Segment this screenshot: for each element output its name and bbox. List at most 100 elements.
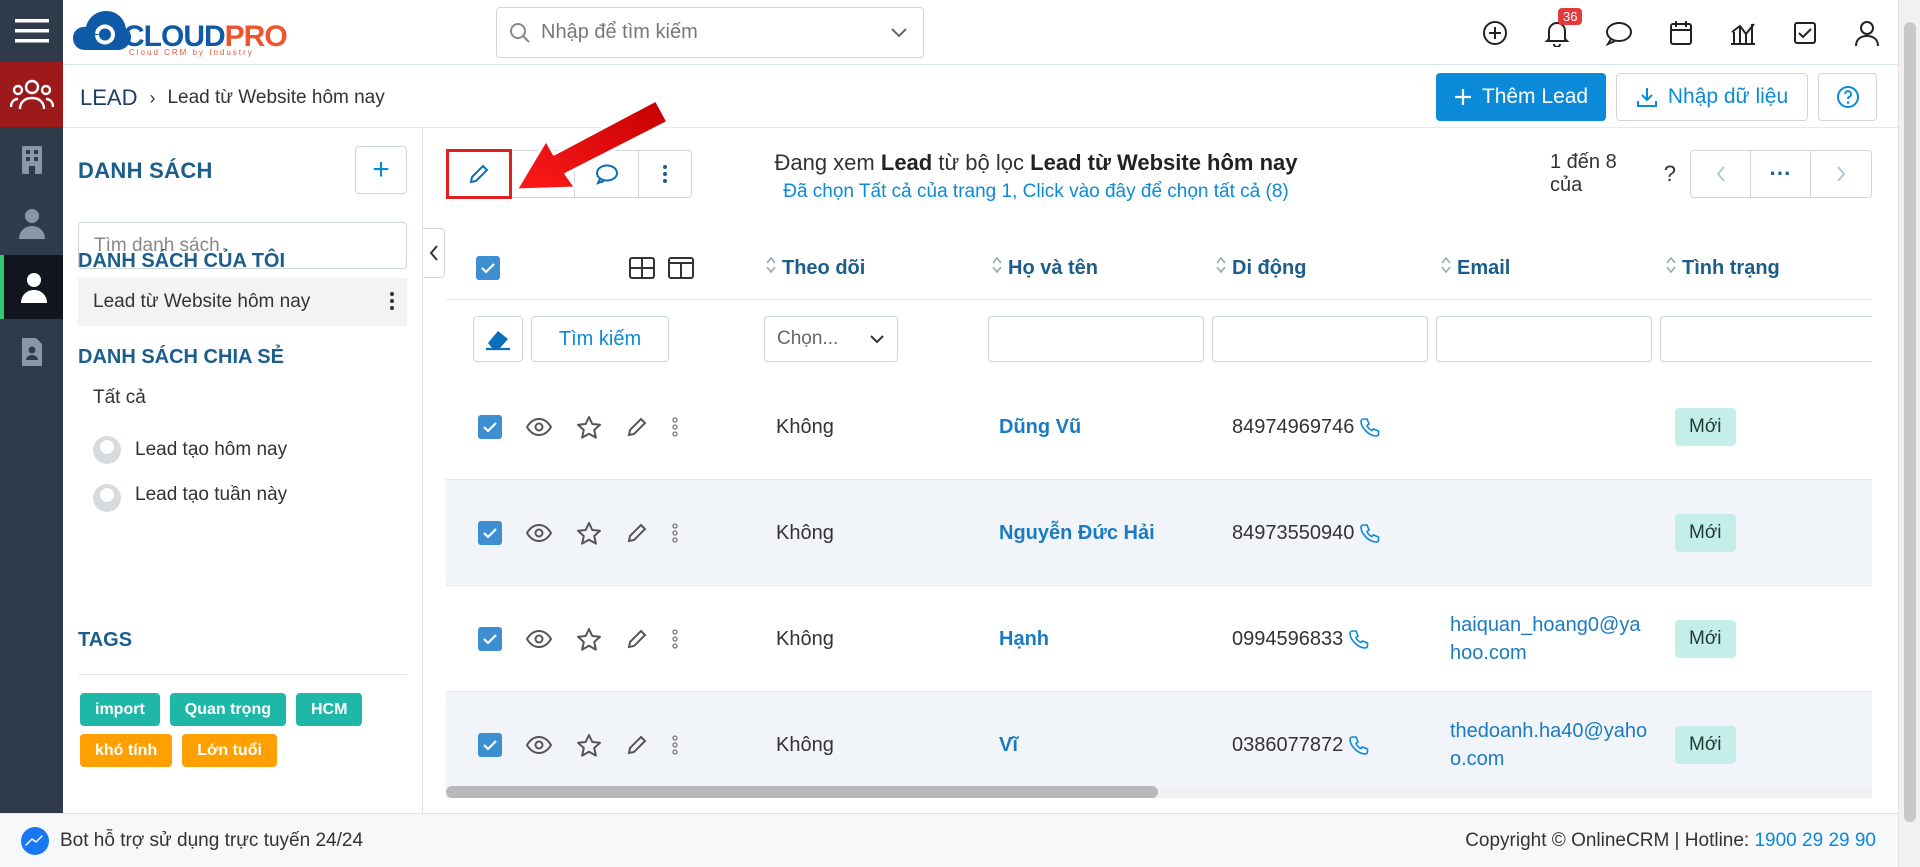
top-bar: CLOUDPRO Cloud CRM by Industry Nhập để t…	[63, 0, 1898, 65]
row-name-link[interactable]: Vĩ	[999, 692, 1018, 798]
nav-leads-icon[interactable]	[0, 62, 63, 127]
reports-chart-icon[interactable]	[1712, 0, 1774, 65]
avatar	[93, 484, 121, 512]
table-row[interactable]: Không Vĩ 0386077872 thedoanh.ha40@yahoo.…	[446, 692, 1872, 798]
phone-icon[interactable]	[1360, 417, 1380, 437]
kebab-menu-icon[interactable]	[672, 522, 678, 544]
row-mobile: 0994596833	[1232, 586, 1369, 692]
follow-filter-select[interactable]: Chọn...	[764, 316, 898, 362]
table-horizontal-scrollbar[interactable]	[446, 786, 1872, 798]
star-icon[interactable]	[576, 733, 602, 757]
list-item-all[interactable]: Tất cả	[78, 374, 407, 422]
pencil-icon[interactable]	[626, 628, 648, 650]
add-circle-icon[interactable]	[1464, 0, 1526, 65]
row-email-link[interactable]: haiquan_hoang0@yahoo.com	[1450, 586, 1650, 692]
list-item-created-this-week[interactable]: Lead tạo tuần này	[78, 478, 407, 514]
add-list-button[interactable]: +	[355, 146, 407, 194]
row-name-link[interactable]: Hạnh	[999, 586, 1049, 692]
table-row[interactable]: Không Dũng Vũ 84974969746 Mới	[446, 374, 1872, 480]
copyright-text: Copyright © OnlineCRM	[1465, 829, 1670, 851]
page-vertical-scrollbar[interactable]	[1898, 0, 1920, 867]
list-item-my-website-today[interactable]: Lead từ Website hôm nay	[78, 278, 407, 326]
tags-divider	[78, 674, 407, 675]
pencil-icon[interactable]	[626, 734, 648, 756]
tag-import[interactable]: import	[80, 693, 160, 726]
row-name-link[interactable]: Dũng Vũ	[999, 374, 1081, 480]
viewing-prefix: Đang xem	[774, 150, 875, 175]
row-checkbox[interactable]	[478, 733, 502, 757]
pencil-icon[interactable]	[626, 522, 648, 544]
pagination-total-unknown[interactable]: ?	[1664, 161, 1676, 187]
column-header-full-name[interactable]: Họ và tên	[992, 236, 1098, 300]
eye-icon[interactable]	[526, 630, 552, 648]
import-data-button[interactable]: Nhập dữ liệu	[1616, 73, 1808, 121]
breadcrumb-module-link[interactable]: LEAD	[80, 85, 137, 111]
prev-page-button[interactable]	[1691, 151, 1751, 197]
row-email-link[interactable]	[1450, 480, 1650, 586]
name-filter-input[interactable]	[988, 316, 1204, 362]
phone-icon[interactable]	[1349, 735, 1369, 755]
status-filter-input[interactable]	[1660, 316, 1872, 362]
nav-organizations-icon[interactable]	[0, 127, 63, 191]
nav-users-icon[interactable]	[0, 191, 63, 255]
column-header-status[interactable]: Tình trạng	[1666, 236, 1780, 300]
row-checkbox[interactable]	[478, 521, 502, 545]
calendar-icon[interactable]	[1650, 0, 1712, 65]
eye-icon[interactable]	[526, 736, 552, 754]
column-header-email[interactable]: Email	[1441, 236, 1510, 300]
eye-icon[interactable]	[526, 418, 552, 436]
grid-layout-icon[interactable]	[629, 236, 655, 300]
next-page-button[interactable]	[1811, 151, 1871, 197]
cloudpro-logo[interactable]: CLOUDPRO Cloud CRM by Industry	[71, 6, 288, 57]
tasks-checkbox-icon[interactable]	[1774, 0, 1836, 65]
page-scrollbar-thumb[interactable]	[1904, 22, 1916, 822]
page-jump-button[interactable]: ···	[1751, 151, 1811, 197]
kebab-menu-icon[interactable]	[672, 416, 678, 438]
user-profile-icon[interactable]	[1836, 0, 1898, 65]
pencil-icon[interactable]	[626, 416, 648, 438]
column-header-mobile[interactable]: Di động	[1216, 236, 1306, 300]
select-all-link[interactable]: Đã chọn Tất cả của trang 1, Click vào đâ…	[706, 181, 1366, 203]
row-email-link[interactable]	[1450, 374, 1650, 480]
star-icon[interactable]	[576, 521, 602, 545]
kebab-menu-icon[interactable]	[672, 628, 678, 650]
table-search-button[interactable]: Tìm kiếm	[531, 316, 669, 362]
tag-hcm[interactable]: HCM	[296, 693, 363, 726]
row-email-link[interactable]: thedoanh.ha40@yahoo.com	[1450, 692, 1650, 798]
row-checkbox[interactable]	[478, 627, 502, 651]
hamburger-menu-icon[interactable]	[0, 0, 63, 62]
select-all-checkbox[interactable]	[476, 236, 500, 300]
email-filter-input[interactable]	[1436, 316, 1652, 362]
chat-icon[interactable]	[1588, 0, 1650, 65]
notification-bell-icon[interactable]: 36	[1526, 0, 1588, 65]
help-button[interactable]	[1818, 73, 1877, 121]
tag-quan-trong[interactable]: Quan trọng	[169, 693, 286, 726]
kebab-menu-icon[interactable]	[672, 734, 678, 756]
row-checkbox[interactable]	[478, 415, 502, 439]
tag-kho-tinh[interactable]: khó tính	[80, 734, 173, 767]
column-header-follow[interactable]: Theo dõi	[766, 236, 865, 300]
table-row[interactable]: Không Hạnh 0994596833 haiquan_hoang0@yah…	[446, 586, 1872, 692]
eye-icon[interactable]	[526, 524, 552, 542]
phone-icon[interactable]	[1349, 629, 1369, 649]
support-bot-link[interactable]: Bot hỗ trợ sử dụng trực tuyến 24/24	[20, 826, 363, 856]
chevron-down-icon[interactable]	[889, 22, 909, 42]
table-row[interactable]: Không Nguyễn Đức Hải 84973550940 Mới	[446, 480, 1872, 586]
mobile-filter-input[interactable]	[1212, 316, 1428, 362]
list-item-created-today[interactable]: Lead tạo hôm nay	[78, 426, 407, 474]
kebab-menu-icon[interactable]	[389, 290, 395, 312]
global-search-input[interactable]: Nhập để tìm kiếm	[496, 7, 924, 58]
hotline-number-link[interactable]: 1900 29 29 90	[1754, 830, 1876, 851]
collapse-panel-button[interactable]	[423, 228, 445, 278]
nav-documents-icon[interactable]	[0, 319, 63, 383]
column-layout-icon[interactable]	[668, 236, 694, 300]
row-name-link[interactable]: Nguyễn Đức Hải	[999, 480, 1155, 586]
table-scrollbar-thumb[interactable]	[446, 786, 1158, 798]
add-lead-button[interactable]: Thêm Lead	[1436, 73, 1606, 121]
nav-contacts-icon[interactable]	[0, 255, 63, 319]
clear-filter-button[interactable]	[473, 316, 523, 362]
star-icon[interactable]	[576, 415, 602, 439]
phone-icon[interactable]	[1360, 523, 1380, 543]
tag-lon-tuoi[interactable]: Lớn tuổi	[182, 734, 277, 767]
star-icon[interactable]	[576, 627, 602, 651]
